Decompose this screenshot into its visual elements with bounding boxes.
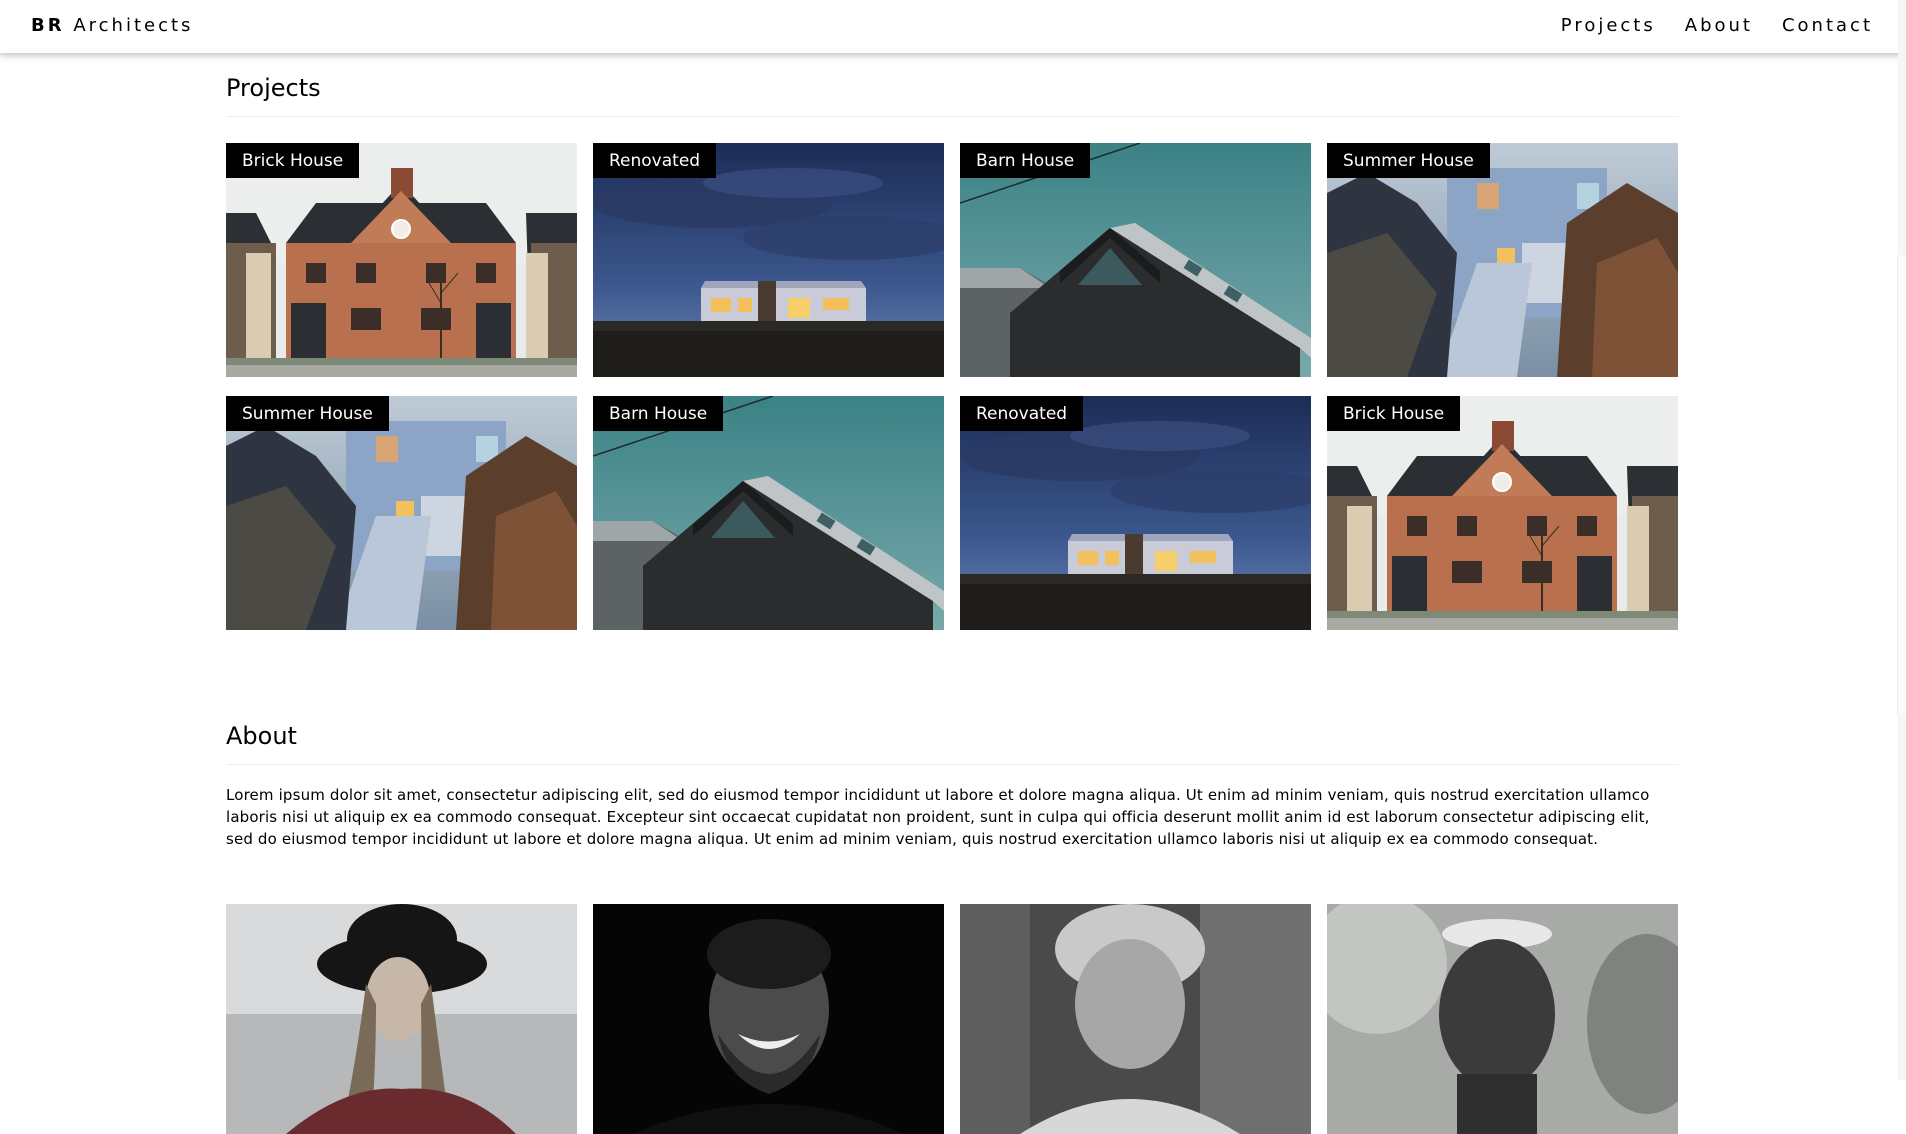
team-member-photo xyxy=(960,904,1311,1134)
grey-haired-man-portrait xyxy=(960,904,1311,1134)
brand-name: Architects xyxy=(73,15,194,36)
project-label: Renovated xyxy=(593,143,717,178)
woman-in-hat-portrait xyxy=(226,904,577,1134)
scrollbar-thumb[interactable] xyxy=(1897,255,1906,715)
project-card[interactable]: Brick House xyxy=(1327,396,1678,630)
summer-house-photo xyxy=(226,396,577,630)
project-label: Barn House xyxy=(593,396,724,431)
team-member-photo xyxy=(593,904,944,1134)
team-member-photo xyxy=(1327,904,1678,1134)
project-label: Renovated xyxy=(960,396,1084,431)
project-label: Summer House xyxy=(226,396,389,431)
barn-house-photo xyxy=(593,396,944,630)
nav-link-contact[interactable]: Contact xyxy=(1782,15,1873,37)
nav-link-projects[interactable]: Projects xyxy=(1561,15,1656,37)
project-card[interactable]: Barn House xyxy=(593,396,944,630)
projects-heading: Projects xyxy=(226,73,1679,117)
young-man-portrait xyxy=(1327,904,1678,1134)
about-heading: About xyxy=(226,721,1679,765)
project-card[interactable]: Renovated xyxy=(593,143,944,377)
team-member-photo xyxy=(226,904,577,1134)
renovated-house-photo xyxy=(960,396,1311,630)
nav-link-about[interactable]: About xyxy=(1685,15,1753,37)
project-label: Brick House xyxy=(226,143,360,178)
renovated-house-photo xyxy=(593,143,944,377)
scrollbar[interactable] xyxy=(1897,0,1906,1080)
project-card[interactable]: Renovated xyxy=(960,396,1311,630)
brick-house-photo xyxy=(1327,396,1678,630)
summer-house-photo xyxy=(1327,143,1678,377)
project-card[interactable]: Summer House xyxy=(1327,143,1678,377)
project-label: Barn House xyxy=(960,143,1091,178)
project-card[interactable]: Brick House xyxy=(226,143,577,377)
smiling-bearded-man-portrait xyxy=(593,904,944,1134)
project-card[interactable]: Summer House xyxy=(226,396,577,630)
top-navbar: BR Architects Projects About Contact xyxy=(0,0,1906,53)
project-label: Summer House xyxy=(1327,143,1490,178)
barn-house-photo xyxy=(960,143,1311,377)
brick-house-photo xyxy=(226,143,577,377)
team-grid xyxy=(226,904,1679,1134)
projects-grid: Brick House Renovated Barn House Summer … xyxy=(226,143,1679,630)
nav-links: Projects About Contact xyxy=(1532,15,1873,37)
about-paragraph: Lorem ipsum dolor sit amet, consectetur … xyxy=(226,786,1650,848)
brand-initials: BR xyxy=(31,15,65,36)
project-label: Brick House xyxy=(1327,396,1461,431)
brand-logo[interactable]: BR Architects xyxy=(31,15,193,37)
project-card[interactable]: Barn House xyxy=(960,143,1311,377)
